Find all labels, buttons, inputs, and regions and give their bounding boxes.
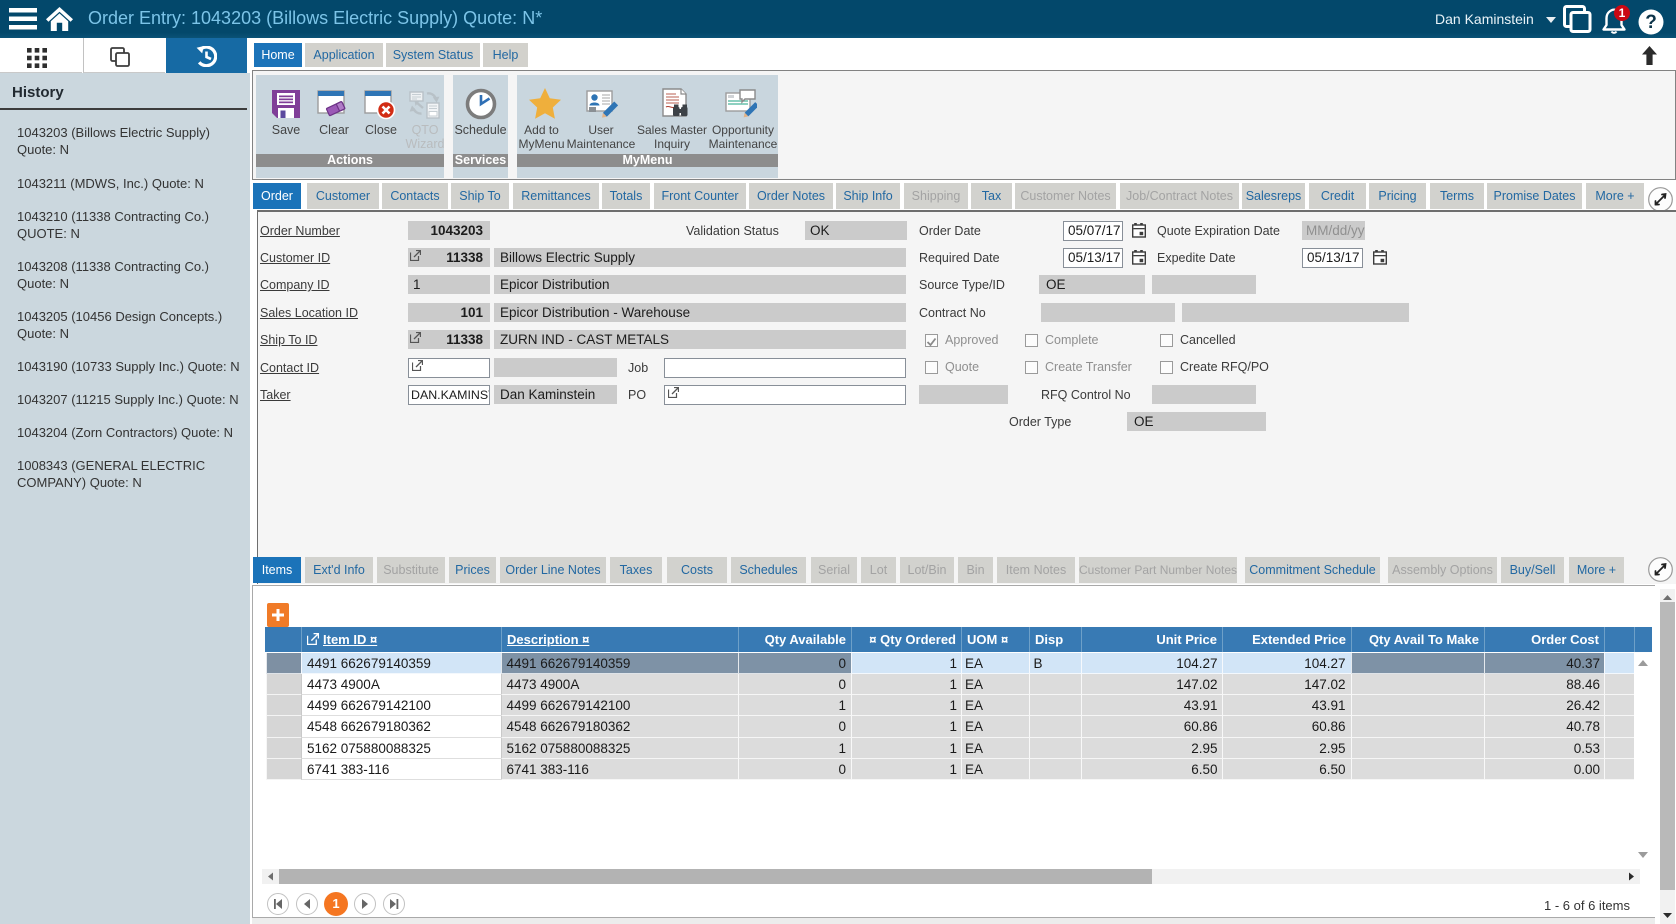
svg-text:1: 1 xyxy=(1619,6,1626,20)
svg-text:?: ? xyxy=(1645,12,1657,33)
